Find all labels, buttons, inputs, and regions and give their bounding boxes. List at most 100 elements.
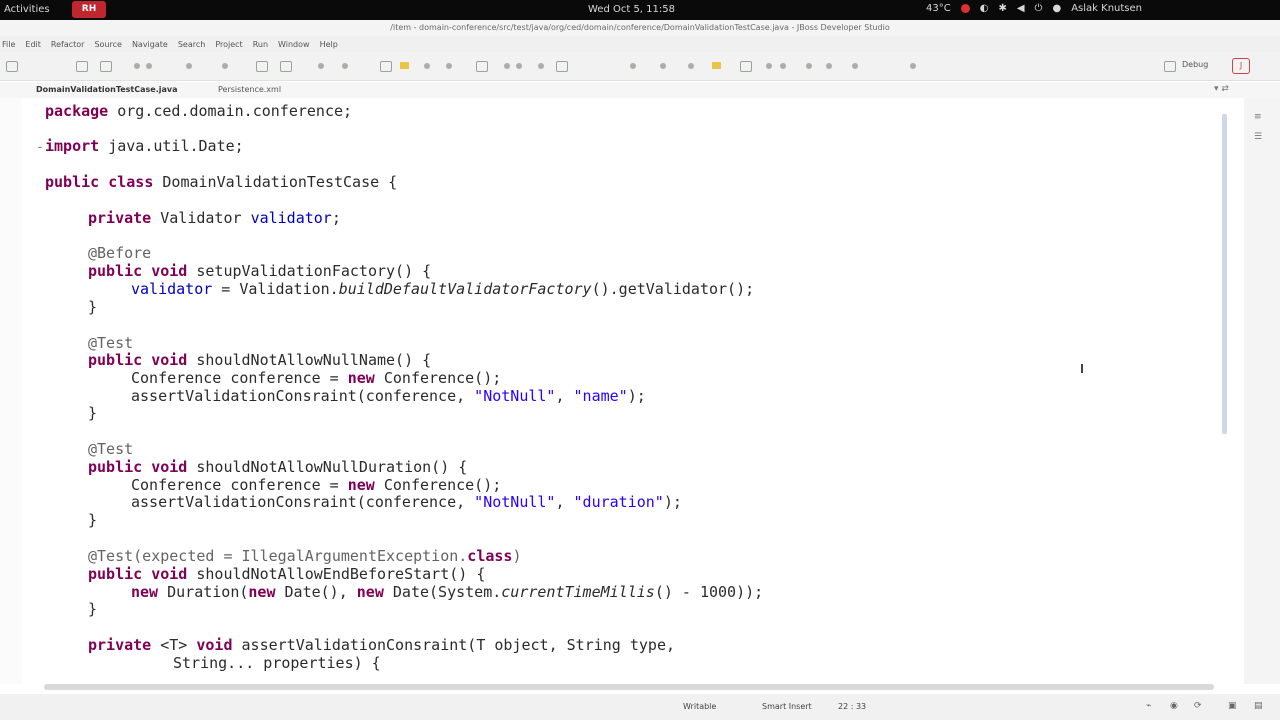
bluetooth-icon[interactable]: ✱	[998, 3, 1006, 14]
new-package-icon[interactable]	[280, 61, 292, 72]
activities-button[interactable]: Activities	[4, 4, 50, 15]
back-icon[interactable]	[504, 63, 510, 69]
new-class-icon[interactable]	[256, 61, 268, 72]
code-line-6: public void setupValidationFactory() {	[88, 262, 432, 280]
code-line-12: assertValidationConsraint(conference, "N…	[131, 387, 646, 405]
text-cursor	[1081, 364, 1083, 373]
power-icon[interactable]: ⏻	[1035, 3, 1043, 14]
task-list-icon[interactable]: ☰	[1254, 132, 1264, 142]
forward-icon[interactable]	[516, 63, 522, 69]
open-type-icon[interactable]	[380, 61, 392, 72]
tab-domain-validation-test-case[interactable]: DomainValidationTestCase.java	[36, 85, 177, 94]
tab-persistence-xml[interactable]: Persistence.xml	[218, 85, 281, 94]
prev-edit-icon[interactable]	[766, 63, 772, 69]
save-icon[interactable]	[76, 61, 88, 72]
palette-icon[interactable]	[660, 63, 666, 69]
fold-marker-icon[interactable]: -	[36, 140, 44, 155]
right-trim-bar: ≡ ☰	[1244, 98, 1280, 684]
open-task-icon[interactable]	[400, 62, 409, 69]
window-title-bar: /item - domain-conference/src/test/java/…	[0, 20, 1280, 36]
coverage-icon[interactable]	[186, 63, 192, 69]
volume-icon[interactable]: ◀	[1017, 3, 1025, 14]
menu-refactor[interactable]: Refactor	[51, 40, 85, 49]
code-line-16: Conference conference = new Conference()…	[131, 476, 502, 494]
editor-tab-bar: DomainValidationTestCase.java Persistenc…	[0, 82, 1280, 98]
user-menu[interactable]: Aslak Knutsen	[1071, 3, 1142, 14]
code-line-5: @Before	[88, 244, 152, 262]
sync-icon[interactable]: ⟳	[1194, 701, 1203, 711]
record-indicator-icon	[960, 4, 970, 13]
outline-icon[interactable]: ≡	[1254, 112, 1264, 122]
next-edit-icon[interactable]	[780, 63, 786, 69]
server-stop-icon[interactable]	[342, 63, 348, 69]
menu-run[interactable]: Run	[253, 40, 268, 49]
editor-ruler	[0, 98, 22, 684]
notifications-icon[interactable]: ◉	[1170, 701, 1179, 711]
insert-mode-status: Smart Insert	[762, 702, 812, 711]
code-line-10: public void shouldNotAllowNullName() {	[88, 351, 432, 369]
refresh-icon[interactable]	[910, 63, 916, 69]
user-icon: ●	[1052, 3, 1062, 14]
next-annotation-icon[interactable]	[476, 61, 488, 72]
clipboard-icon[interactable]	[740, 61, 752, 72]
menu-file[interactable]: File	[2, 40, 15, 49]
clock[interactable]: Wed Oct 5, 11:58	[588, 4, 675, 15]
code-line-23: private <T> void assertValidationConsrai…	[88, 636, 676, 654]
redhat-logo-icon: RH	[72, 1, 106, 18]
code-line-3: public class DomainValidationTestCase {	[45, 173, 398, 191]
menu-navigate[interactable]: Navigate	[132, 40, 168, 49]
code-line-24: String... properties) {	[173, 654, 381, 672]
tab-overflow-icon[interactable]: ▾ ⇄	[1214, 84, 1229, 94]
code-line-20: public void shouldNotAllowEndBeforeStart…	[88, 565, 486, 583]
server-start-icon[interactable]	[318, 63, 324, 69]
run-icon[interactable]	[146, 63, 152, 69]
code-line-19: @Test(expected = IllegalArgumentExceptio…	[88, 547, 522, 565]
temperature-indicator: 43°C	[926, 3, 951, 14]
code-line-15: public void shouldNotAllowNullDuration()…	[88, 458, 468, 476]
play-icon[interactable]	[538, 63, 544, 69]
pin-icon[interactable]	[852, 63, 858, 69]
status-bar: Writable Smart Insert 22 : 33 ⌁ ◉ ⟳ ▣ ▤	[0, 694, 1280, 720]
trim-stack-icon[interactable]: ▤	[1254, 701, 1263, 711]
zoom-icon[interactable]	[556, 61, 568, 72]
history-forward-icon[interactable]	[826, 63, 832, 69]
open-perspective-icon[interactable]	[1164, 61, 1176, 72]
code-line-9: @Test	[88, 334, 134, 352]
java-perspective-icon[interactable]: J	[1232, 58, 1250, 74]
code-line-17: assertValidationConsraint(conference, "N…	[131, 493, 682, 511]
code-line-21: new Duration(new Date(), new Date(System…	[131, 583, 764, 601]
code-line-22: }	[88, 600, 98, 618]
code-line-14: @Test	[88, 440, 134, 458]
overview-ruler-thumb[interactable]	[1222, 114, 1227, 434]
print-icon[interactable]	[100, 61, 112, 72]
link-icon[interactable]	[688, 63, 694, 69]
code-line-13: }	[88, 404, 98, 422]
main-toolbar	[0, 52, 1280, 81]
annotation-icon[interactable]	[446, 63, 452, 69]
debug-icon[interactable]	[134, 63, 140, 69]
system-tray: 43°C ◐ ✱ ◀ ⏻ ● Aslak Knutsen	[926, 3, 1142, 14]
code-line-18: }	[88, 511, 98, 529]
tool-icon[interactable]	[630, 63, 636, 69]
menu-search[interactable]: Search	[178, 40, 205, 49]
menu-bar: File Edit Refactor Source Navigate Searc…	[0, 36, 1280, 52]
cursor-position-status: 22 : 33	[838, 702, 867, 711]
menu-source[interactable]: Source	[94, 40, 121, 49]
progress-icon[interactable]: ⌁	[1146, 701, 1155, 711]
fast-view-icon[interactable]: ▣	[1228, 701, 1237, 711]
new-icon[interactable]	[6, 61, 18, 72]
menu-edit[interactable]: Edit	[25, 40, 41, 49]
code-line-1: package org.ced.domain.conference;	[45, 102, 353, 120]
code-editor[interactable]: - package org.ced.domain.conference; imp…	[0, 98, 1240, 684]
menu-project[interactable]: Project	[215, 40, 242, 49]
menu-help[interactable]: Help	[320, 40, 338, 49]
perspective-debug[interactable]: Debug	[1182, 60, 1208, 69]
network-icon[interactable]: ◐	[980, 3, 989, 14]
history-back-icon[interactable]	[806, 63, 812, 69]
warning-icon[interactable]	[712, 62, 721, 69]
search-icon[interactable]	[424, 63, 430, 69]
menu-window[interactable]: Window	[278, 40, 310, 49]
horizontal-scrollbar[interactable]	[44, 684, 1214, 690]
code-line-4: private Validator validator;	[88, 209, 341, 227]
external-tools-icon[interactable]	[222, 63, 228, 69]
